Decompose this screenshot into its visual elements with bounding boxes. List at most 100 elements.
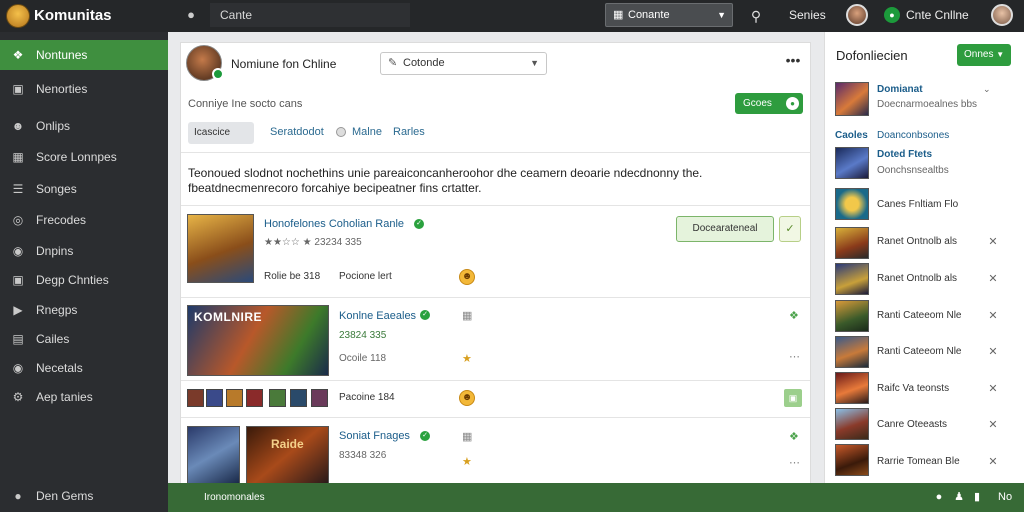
mini-thumbnail[interactable] (290, 389, 307, 407)
star-icon[interactable]: ★ (462, 455, 472, 468)
sidebar-item[interactable]: ▶ Rnegps (0, 295, 168, 325)
action-square-button[interactable]: ▣ (784, 389, 802, 407)
mini-thumbnail[interactable] (311, 389, 328, 407)
mini-thumbnail[interactable] (187, 389, 204, 407)
list-item-label[interactable]: Ranet Ontnolb als (877, 273, 957, 284)
mini-thumbnail[interactable] (246, 389, 263, 407)
sidebar-item[interactable]: ☰ Songes (0, 174, 168, 204)
emoji-react-icon[interactable]: ☻ (459, 269, 475, 285)
category-select[interactable]: ▦ Conante ▼ (605, 3, 733, 27)
action-button[interactable]: Docearateneal (676, 216, 774, 242)
close-icon[interactable]: ✕ (987, 419, 999, 431)
close-icon[interactable]: ✕ (987, 273, 999, 285)
logo-icon[interactable] (6, 4, 30, 28)
dots-icon[interactable]: ⋯ (789, 350, 800, 363)
post-title[interactable]: Soniat Fnages (339, 430, 410, 442)
check-icon[interactable]: ✓ (779, 216, 801, 242)
star-icon[interactable]: ★ (462, 352, 472, 365)
list-item-label[interactable]: Rarrie Tomean Ble (877, 456, 960, 467)
close-icon[interactable]: ✕ (987, 383, 999, 395)
mini-thumbnail[interactable] (206, 389, 223, 407)
shield-icon: ◉ (12, 244, 24, 258)
share-icon[interactable]: ❖ (789, 430, 799, 443)
close-icon[interactable]: ✕ (987, 310, 999, 322)
sidebar-footer[interactable]: ● Den Gems (0, 481, 168, 511)
mini-thumbnail[interactable] (269, 389, 286, 407)
post-poster[interactable]: Raide (246, 426, 329, 484)
top-bar (0, 0, 1024, 32)
list-thumbnail[interactable] (835, 263, 869, 295)
mini-thumbnail[interactable] (226, 389, 243, 407)
list-item-label[interactable]: Ranti Cateeom Nle (877, 310, 961, 321)
close-icon[interactable]: ✕ (987, 346, 999, 358)
sidebar-item[interactable]: ▣ Degp Chnties (0, 265, 168, 295)
sidebar-item[interactable]: ◉ Necetals (0, 353, 168, 383)
list-item-label[interactable]: Canes Fnltiam Flo (877, 199, 958, 210)
filter-link[interactable]: Seratdodot (270, 126, 324, 138)
post-title[interactable]: Honofelones Coholian Ranle (264, 218, 404, 230)
featured-title[interactable]: Domianat (877, 84, 923, 95)
post-title[interactable]: Konlne Eaeales (339, 310, 416, 322)
list-thumbnail[interactable] (835, 372, 869, 404)
profile-avatar-top[interactable] (991, 4, 1013, 26)
user-avatar[interactable] (846, 4, 868, 26)
bottom-bar-label[interactable]: No (998, 491, 1012, 503)
list-thumbnail[interactable] (835, 147, 869, 179)
list-thumbnail[interactable] (835, 336, 869, 368)
create-button[interactable]: Gcoes ● (735, 93, 803, 114)
post-banner[interactable]: KOMLNIRE (187, 305, 329, 376)
search-icon[interactable]: ● (182, 6, 200, 24)
list-thumbnail[interactable] (835, 300, 869, 332)
list-thumbnail[interactable] (835, 227, 869, 259)
list-thumbnail[interactable] (835, 188, 869, 220)
close-icon[interactable]: ✕ (987, 236, 999, 248)
sidebar-item[interactable]: ❖ Nontunes (0, 40, 168, 70)
emoji-react-icon[interactable]: ☻ (459, 390, 475, 406)
featured-thumbnail[interactable] (835, 82, 869, 116)
sidebar-item[interactable]: ▤ Cailes (0, 324, 168, 354)
bottom-bar-text[interactable]: Ironomonales (204, 492, 265, 503)
sidebar: ❖ Nontunes ▣ Nenorties ☻ Onlips ▦ Score Lonn… (0, 32, 168, 512)
verified-icon: ✓ (420, 310, 430, 320)
right-panel-button[interactable]: Onnes ▼ (957, 44, 1011, 66)
app-title[interactable]: Komunitas (34, 7, 112, 24)
status-select[interactable]: ✎ Cotonde ▼ (380, 52, 547, 75)
list-title[interactable]: Doted Ftets (877, 149, 932, 160)
search-input[interactable] (210, 3, 410, 27)
chat-icon[interactable]: ● (932, 490, 946, 504)
list-item-label[interactable]: Ranet Ontnolb als (877, 236, 957, 247)
chevron-down-icon[interactable]: ⌄ (983, 84, 991, 95)
online-status-label[interactable]: Cnte Cnllne (906, 8, 969, 22)
post-thumbnail[interactable] (187, 214, 254, 283)
sidebar-item[interactable]: ◎ Frecodes (0, 205, 168, 235)
post-thumbnail[interactable] (187, 426, 240, 484)
filter-chip[interactable]: Icascice (188, 122, 254, 144)
section-label: Caoles (835, 130, 868, 141)
more-options-icon[interactable]: ••• (782, 52, 804, 68)
close-icon[interactable]: ✕ (987, 456, 999, 468)
bookmark-icon[interactable]: ▦ (462, 309, 472, 322)
sidebar-item[interactable]: ☻ Onlips (0, 111, 168, 141)
top-link[interactable]: Senies (789, 8, 826, 22)
sidebar-item[interactable]: ▦ Score Lonnpes (0, 142, 168, 172)
filter-link[interactable]: Malne (352, 126, 382, 138)
post-footer-secondary: Pocione lert (339, 271, 392, 282)
sidebar-item[interactable]: ⚙ Aep tanies (0, 382, 168, 412)
bookmark-icon[interactable]: ▦ (462, 430, 472, 443)
sidebar-item[interactable]: ◉ Dnpins (0, 236, 168, 266)
search-button-icon[interactable]: ⚲ (746, 6, 766, 26)
share-icon[interactable]: ❖ (789, 309, 799, 322)
filter-link[interactable]: Rarles (393, 126, 425, 138)
sidebar-item[interactable]: ▣ Nenorties (0, 74, 168, 104)
dots-icon[interactable]: ⋯ (789, 456, 800, 469)
list-thumbnail[interactable] (835, 444, 869, 476)
pencil-icon: ✎ (388, 57, 398, 69)
list-item-label[interactable]: Raifc Va teonsts (877, 383, 949, 394)
list-item-label[interactable]: Ranti Cateeom Nle (877, 346, 961, 357)
list-thumbnail[interactable] (835, 408, 869, 440)
user-icon[interactable]: ♟ (952, 490, 966, 504)
notifications-icon[interactable]: ▮ (970, 490, 984, 504)
chevron-down-icon: ▼ (996, 50, 1005, 59)
right-panel-title: Dofonliecien (836, 48, 908, 63)
list-item-label[interactable]: Canre Oteeasts (877, 419, 947, 430)
